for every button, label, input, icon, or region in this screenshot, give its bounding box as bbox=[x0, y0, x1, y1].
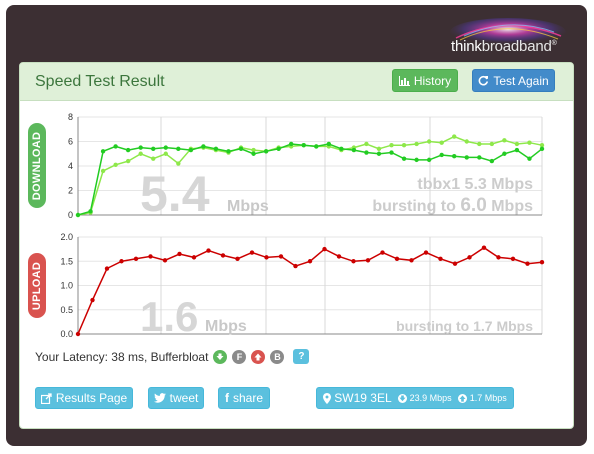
map-marker-icon bbox=[323, 392, 332, 404]
upload-tick-label: 2.0 bbox=[60, 232, 73, 242]
location-label: SW19 3EL bbox=[334, 391, 392, 405]
results-page-button[interactable]: Results Page bbox=[35, 387, 133, 409]
thinkbroadband-logo[interactable]: thinkbroadband® bbox=[446, 18, 568, 56]
upload-data-point bbox=[380, 250, 385, 255]
external-link-icon bbox=[40, 392, 52, 404]
latency-row: Your Latency: 38 ms, Bufferbloat F B ? bbox=[35, 349, 310, 364]
upload-data-point bbox=[104, 266, 110, 271]
help-button[interactable]: ? bbox=[293, 349, 310, 364]
upload-unit: Mbps bbox=[205, 318, 247, 335]
upload-arrow-icon bbox=[251, 349, 266, 364]
upload-data-point bbox=[336, 254, 342, 259]
download-bufferbloat-grade: F bbox=[232, 349, 247, 364]
upload-data-point bbox=[409, 258, 414, 263]
twitter-icon bbox=[153, 393, 166, 403]
latency-text: Your Latency: 38 ms, Bufferbloat bbox=[35, 349, 209, 364]
location-button[interactable]: SW19 3EL 23.9 Mbps 1.7 Mbps bbox=[316, 387, 514, 409]
upload-data-point bbox=[191, 255, 197, 260]
upload-tick-label: 0.0 bbox=[60, 329, 73, 339]
upload-data-point bbox=[423, 250, 429, 255]
upload-data-point bbox=[525, 261, 530, 266]
upload-bufferbloat-grade: B bbox=[270, 349, 285, 364]
upload-data-point bbox=[75, 331, 81, 337]
upload-big-value: 1.6 bbox=[140, 293, 198, 340]
share-button[interactable]: f share bbox=[218, 387, 270, 409]
download-arrow-icon bbox=[213, 349, 228, 364]
upload-data-point bbox=[452, 261, 458, 266]
upload-data-point bbox=[220, 253, 226, 258]
upload-chart: 0.0 0.5 1.0 1.5 2.0 1.6 Mbps bursting to 1.7… bbox=[60, 232, 545, 340]
upload-data-point bbox=[235, 256, 240, 262]
facebook-icon: f bbox=[224, 391, 229, 405]
upload-data-point bbox=[322, 246, 327, 252]
logo-text: thinkbroadband® bbox=[451, 38, 557, 55]
upload-data-point bbox=[293, 263, 298, 269]
tweet-button[interactable]: tweet bbox=[148, 387, 204, 409]
upload-data-point bbox=[510, 256, 516, 262]
upload-data-point bbox=[394, 256, 400, 262]
upload-data-point bbox=[365, 258, 371, 263]
upload-tick-label: 1.5 bbox=[60, 256, 73, 266]
upload-data-point bbox=[148, 254, 153, 259]
upload-data-point bbox=[133, 256, 139, 262]
tweet-label: tweet bbox=[169, 391, 199, 405]
upload-data-point bbox=[177, 251, 182, 257]
upload-data-point bbox=[438, 256, 443, 262]
upload-data-point bbox=[467, 255, 472, 260]
upload-data-point bbox=[481, 245, 487, 250]
upload-bursting: bursting to 1.7 Mbps bbox=[396, 318, 533, 334]
speed-test-panel: Speed Test Result History Test Again DOW… bbox=[19, 62, 574, 429]
upload-data-point bbox=[90, 297, 95, 303]
location-upload-speed: 1.7 Mbps bbox=[469, 393, 507, 403]
upload-mini-icon bbox=[457, 393, 467, 403]
upload-data-point bbox=[539, 260, 545, 265]
upload-tick-label: 0.5 bbox=[60, 305, 73, 315]
upload-data-point bbox=[206, 248, 211, 253]
upload-tick-label: 1.0 bbox=[60, 281, 73, 291]
download-mini-icon bbox=[397, 393, 407, 403]
upload-data-point bbox=[307, 259, 313, 264]
results-page-label: Results Page bbox=[55, 391, 128, 405]
upload-data-point bbox=[249, 250, 255, 255]
upload-data-point bbox=[278, 254, 284, 259]
upload-data-point bbox=[496, 255, 501, 260]
upload-data-point bbox=[119, 259, 124, 264]
upload-data-point bbox=[264, 255, 269, 260]
location-download-speed: 23.9 Mbps bbox=[409, 393, 452, 403]
share-label: share bbox=[232, 391, 264, 405]
upload-data-point bbox=[351, 259, 356, 264]
upload-data-point bbox=[162, 258, 168, 263]
